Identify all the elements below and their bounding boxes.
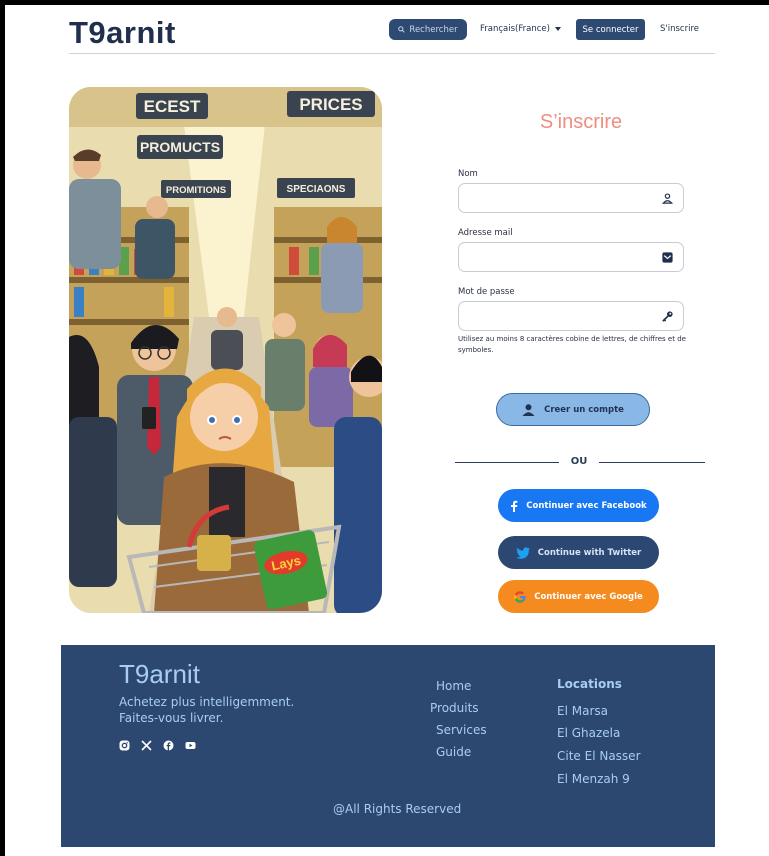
sign-text: PROMUCTS [140, 139, 220, 155]
login-button[interactable]: Se connecter [576, 19, 645, 40]
location-item[interactable]: Cite El Nasser [557, 749, 641, 763]
name-field[interactable] [458, 183, 684, 213]
language-label: Français(France) [480, 24, 550, 34]
sign-text: ECEST [144, 97, 201, 116]
google-login-label: Continuer avec Google [534, 591, 643, 602]
facebook-icon[interactable] [163, 736, 174, 751]
hero-illustration: ECEST PRICES PROMUCTS PROMITIONS SPECIAO… [69, 87, 382, 613]
instagram-icon[interactable] [119, 736, 130, 751]
password-input[interactable] [459, 302, 649, 330]
location-item[interactable]: El Marsa [557, 704, 608, 718]
email-input[interactable] [459, 243, 649, 271]
user-icon [522, 403, 535, 416]
header-divider [69, 53, 715, 54]
footer-nav-services[interactable]: Services [436, 723, 487, 737]
location-item[interactable]: El Menzah 9 [557, 772, 630, 786]
or-separator: OU [570, 456, 588, 467]
page: T9arnit Rechercher Français(France) Se c… [5, 5, 769, 856]
footer-tagline: Achetez plus intelligemment. [119, 695, 295, 709]
create-account-label: Creer un compte [544, 404, 624, 415]
user-icon [662, 193, 673, 204]
footer-logo[interactable]: T9arnit [119, 659, 200, 690]
footer-nav-guide[interactable]: Guide [436, 745, 471, 759]
twitter-login-button[interactable]: Continue with Twitter [498, 536, 659, 569]
copyright: @All Rights Reserved [333, 802, 462, 816]
key-icon [662, 311, 673, 322]
password-field[interactable] [458, 301, 684, 331]
site-logo[interactable]: T9arnit [69, 15, 176, 51]
form-title: S’inscrire [539, 111, 623, 133]
locations-heading: Locations [557, 677, 622, 691]
divider-left [455, 462, 559, 463]
password-hint: Utilisez au moins 8 caractères cobine de… [458, 335, 686, 354]
facebook-icon [511, 500, 518, 512]
twitter-login-label: Continue with Twitter [537, 547, 642, 558]
google-icon [514, 590, 526, 603]
divider-right [599, 462, 705, 463]
youtube-icon[interactable] [185, 736, 196, 749]
footer: T9arnit Achetez plus intelligemment. Fai… [61, 645, 715, 847]
footer-social-links [119, 736, 196, 751]
password-label: Mot de passe [458, 287, 515, 297]
search-button-label: Rechercher [409, 24, 458, 35]
twitter-icon [515, 546, 530, 559]
email-label: Adresse mail [458, 228, 513, 238]
footer-nav-home[interactable]: Home [436, 679, 471, 693]
search-icon [398, 26, 406, 33]
name-label: Nom [458, 169, 478, 179]
google-login-button[interactable]: Continuer avec Google [498, 580, 659, 613]
footer-nav-produits[interactable]: Produits [430, 701, 479, 715]
email-field[interactable] [458, 242, 684, 272]
name-input[interactable] [459, 184, 649, 212]
search-button[interactable]: Rechercher [389, 19, 467, 40]
facebook-login-label: Continuer avec Facebook [526, 500, 647, 511]
sign-text: SPECIAONS [287, 184, 346, 195]
signup-link[interactable]: S'inscrire [660, 24, 699, 34]
location-item[interactable]: El Ghazela [557, 726, 620, 740]
language-select[interactable]: Français(France) [480, 24, 561, 34]
facebook-login-button[interactable]: Continuer avec Facebook [498, 489, 659, 522]
footer-tagline: Faites-vous livrer. [119, 711, 224, 725]
create-account-button[interactable]: Creer un compte [496, 393, 650, 426]
chevron-down-icon [554, 27, 561, 31]
x-icon[interactable] [141, 736, 152, 751]
sign-text: PRICES [299, 95, 362, 114]
mail-icon [662, 252, 673, 263]
sign-text: PROMITIONS [166, 185, 226, 196]
